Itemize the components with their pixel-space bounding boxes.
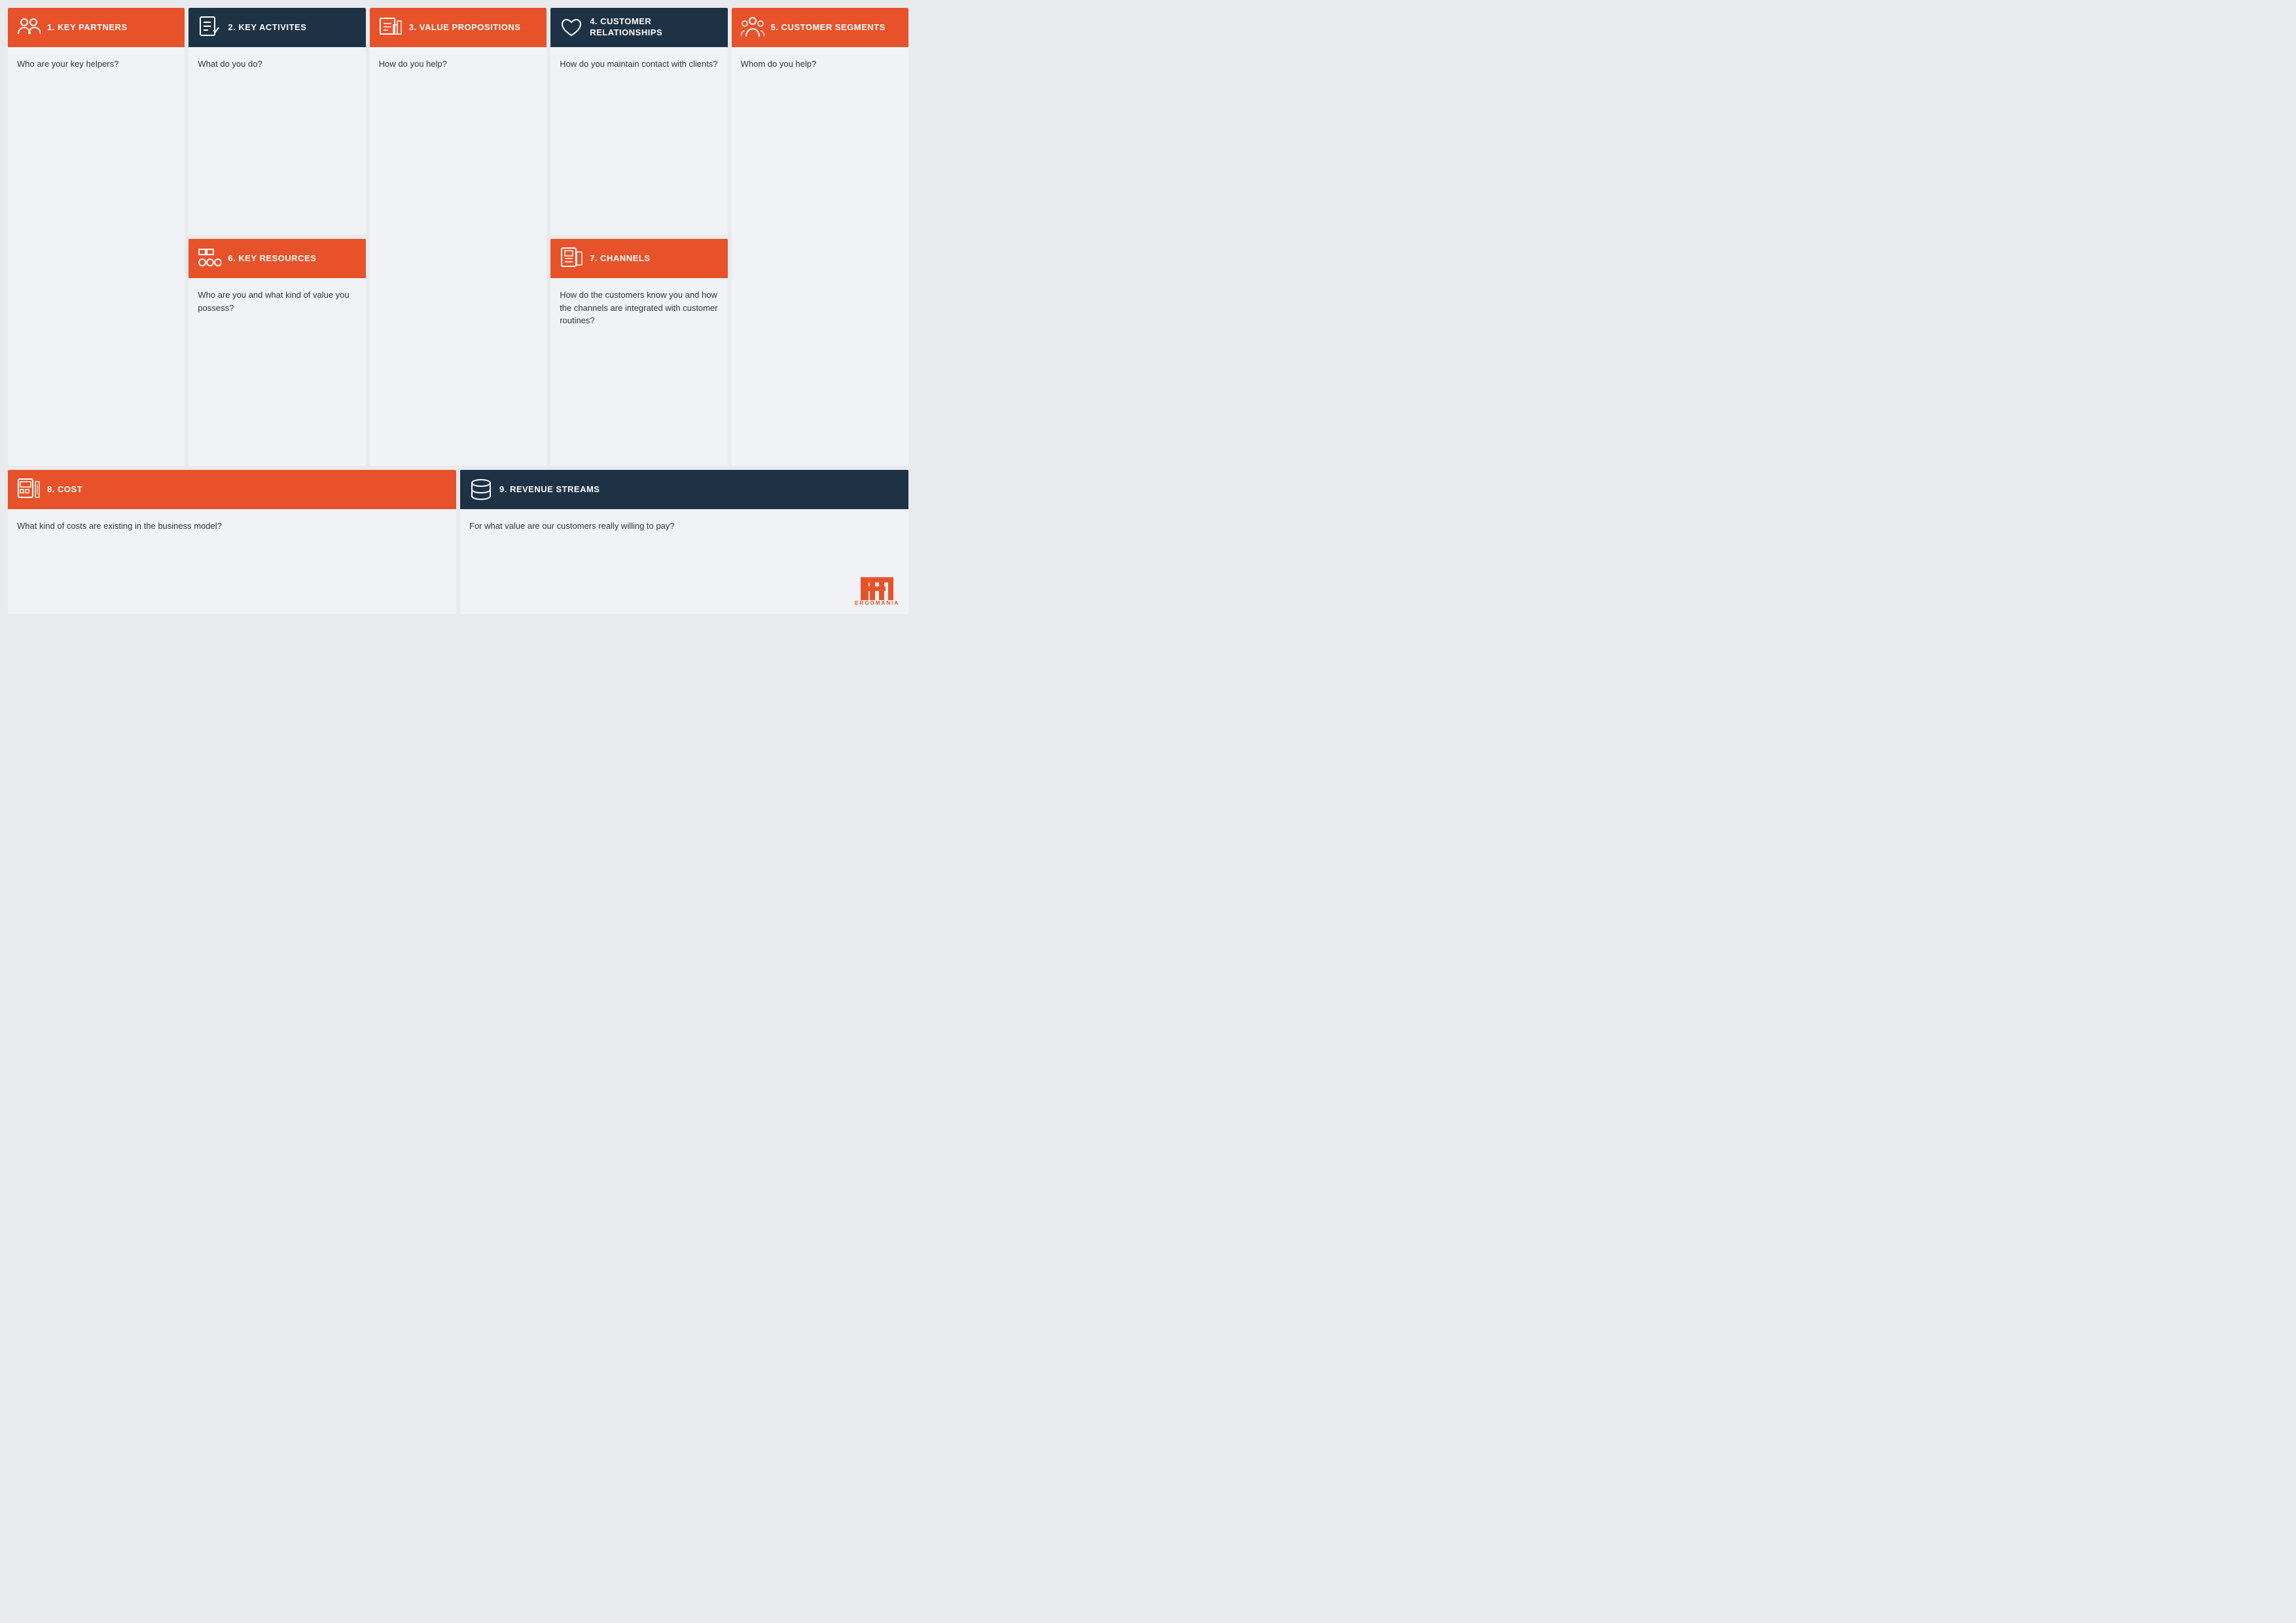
customer-relationships-title: 4. CUSTOMER RELATIONSHIPS: [590, 16, 718, 39]
key-partners-column: 1. KEY PARTNERS Who are your key helpers…: [8, 8, 185, 466]
value-propositions-body: How do you help?: [370, 47, 547, 466]
channels-cell: 7. CHANNELS How do the customers know yo…: [550, 239, 727, 466]
ergomania-logo: ERGOMANIA: [855, 577, 899, 606]
key-resources-card: 6. KEY RESOURCES Who are you and what ki…: [188, 239, 365, 466]
key-partners-body: Who are your key helpers?: [8, 47, 185, 466]
cost-title: 8. COST: [47, 484, 82, 495]
ergomania-logo-icon: [861, 577, 893, 600]
revenue-title: 9. REVENUE STREAMS: [499, 484, 600, 495]
col4: 4. CUSTOMER RELATIONSHIPS How do you mai…: [550, 8, 727, 466]
revenue-card: 9. REVENUE STREAMS For what value are ou…: [460, 470, 908, 614]
customer-segments-card: 5. CUSTOMER SEGMENTS Whom do you help?: [732, 8, 908, 466]
channels-header: 7. CHANNELS: [550, 239, 727, 278]
relationships-icon: [560, 16, 583, 39]
revenue-header: 9. REVENUE STREAMS: [460, 470, 908, 509]
key-activities-title: 2. KEY ACTIVITES: [228, 22, 306, 33]
ergomania-text: ERGOMANIA: [855, 600, 899, 606]
cost-header: 8. COST: [8, 470, 456, 509]
key-activities-header: 2. KEY ACTIVITES: [188, 8, 365, 47]
customer-segments-body: Whom do you help?: [732, 47, 908, 466]
key-resources-body: Who are you and what kind of value you p…: [188, 278, 365, 466]
customer-relationships-header: 4. CUSTOMER RELATIONSHIPS: [550, 8, 727, 47]
key-resources-cell: 6. KEY RESOURCES Who are you and what ki…: [188, 239, 365, 466]
key-resources-header: 6. KEY RESOURCES: [188, 239, 365, 278]
customer-relationships-cell: 4. CUSTOMER RELATIONSHIPS How do you mai…: [550, 8, 727, 235]
value-propositions-header: 3. VALUE PROPOSITIONS: [370, 8, 547, 47]
cost-body: What kind of costs are existing in the b…: [8, 509, 456, 614]
activities-icon: [198, 16, 221, 39]
channels-card: 7. CHANNELS How do the customers know yo…: [550, 239, 727, 466]
customer-segments-header: 5. CUSTOMER SEGMENTS: [732, 8, 908, 47]
key-activities-cell: 2. KEY ACTIVITES What do you do?: [188, 8, 365, 235]
key-activities-body: What do you do?: [188, 47, 365, 235]
key-partners-header: 1. KEY PARTNERS: [8, 8, 185, 47]
value-propositions-card: 3. VALUE PROPOSITIONS How do you help?: [370, 8, 547, 466]
key-partners-title: 1. KEY PARTNERS: [47, 22, 128, 33]
customer-relationships-body: How do you maintain contact with clients…: [550, 47, 727, 235]
col2: 2. KEY ACTIVITES What do you do?: [188, 8, 365, 466]
revenue-body: For what value are our customers really …: [460, 509, 908, 614]
cost-icon: [17, 478, 41, 501]
value-propositions-column: 3. VALUE PROPOSITIONS How do you help?: [370, 8, 547, 466]
segments-icon: [741, 16, 764, 39]
key-activities-card: 2. KEY ACTIVITES What do you do?: [188, 8, 365, 235]
value-propositions-title: 3. VALUE PROPOSITIONS: [409, 22, 521, 33]
canvas: 1. KEY PARTNERS Who are your key helpers…: [8, 8, 908, 614]
key-partners-card: 1. KEY PARTNERS Who are your key helpers…: [8, 8, 185, 466]
channels-icon: [560, 247, 583, 270]
value-icon: [379, 16, 403, 39]
top-section: 1. KEY PARTNERS Who are your key helpers…: [8, 8, 908, 466]
cost-card: 8. COST What kind of costs are existing …: [8, 470, 456, 614]
revenue-cell: 9. REVENUE STREAMS For what value are ou…: [460, 470, 908, 614]
customer-segments-column: 5. CUSTOMER SEGMENTS Whom do you help?: [732, 8, 908, 466]
channels-body: How do the customers know you and how th…: [550, 278, 727, 466]
key-resources-title: 6. KEY RESOURCES: [228, 253, 316, 264]
bottom-section: 8. COST What kind of costs are existing …: [8, 470, 908, 614]
resources-icon: [198, 247, 221, 270]
partners-icon: [17, 16, 41, 39]
customer-relationships-card: 4. CUSTOMER RELATIONSHIPS How do you mai…: [550, 8, 727, 235]
cost-cell: 8. COST What kind of costs are existing …: [8, 470, 456, 614]
customer-segments-title: 5. CUSTOMER SEGMENTS: [771, 22, 886, 33]
channels-title: 7. CHANNELS: [590, 253, 650, 264]
revenue-icon: [469, 478, 493, 501]
